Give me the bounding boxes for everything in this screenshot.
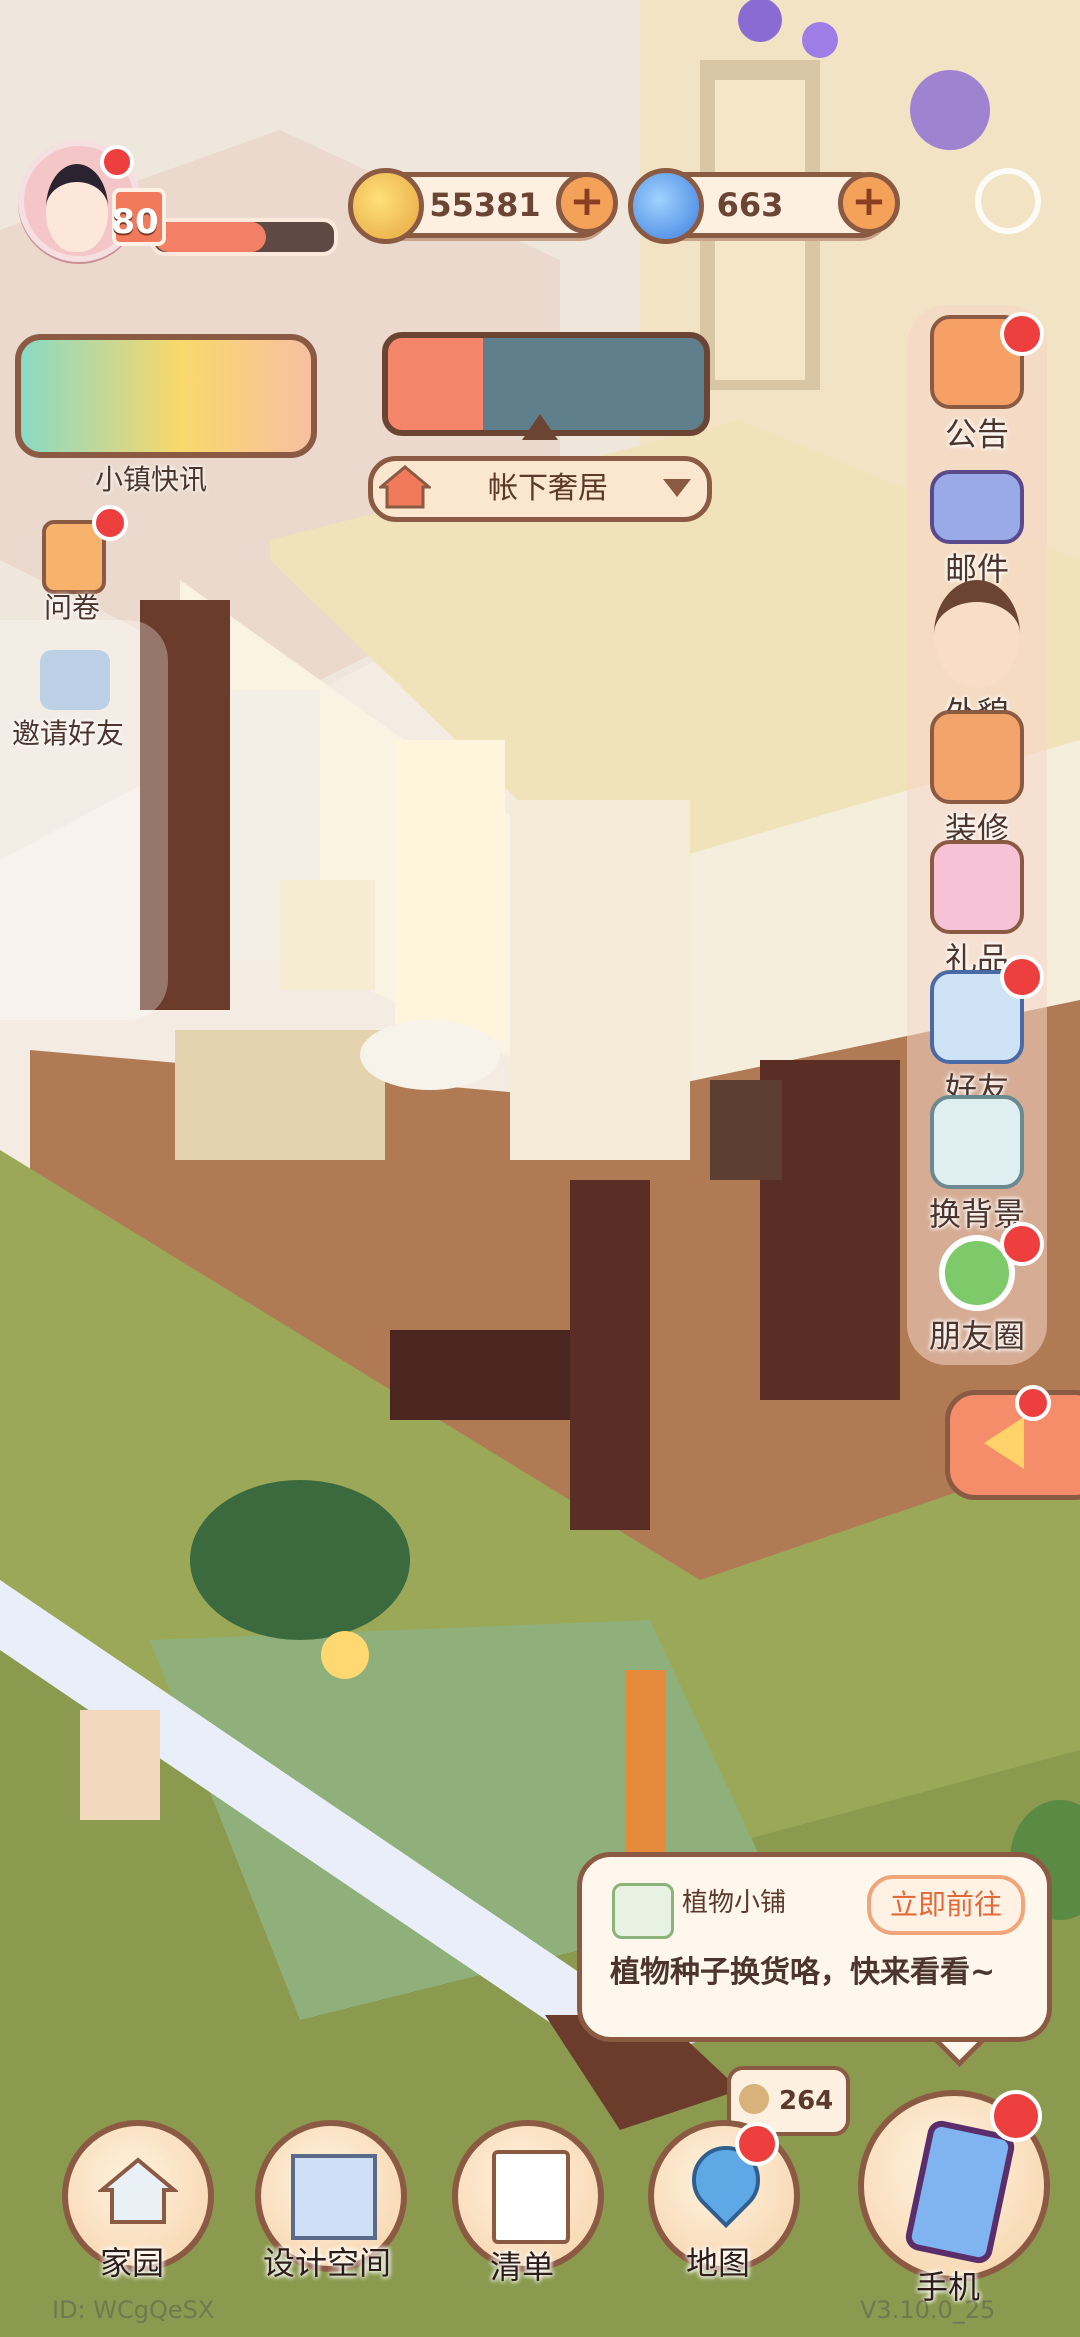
envelope-icon bbox=[930, 470, 1024, 544]
player-level: 80 bbox=[111, 202, 159, 242]
settings-gear-icon[interactable] bbox=[975, 168, 1041, 234]
checklist-icon bbox=[492, 2150, 570, 2244]
sidebar-item-renovate[interactable]: 装修 bbox=[907, 710, 1047, 850]
phone-notification-dot bbox=[990, 2090, 1042, 2142]
exp-bar bbox=[150, 218, 338, 256]
time-pointer-icon bbox=[522, 414, 558, 440]
avatar-portrait bbox=[46, 164, 108, 252]
invite-megaphone-icon[interactable] bbox=[40, 650, 110, 710]
avatar-icon bbox=[934, 580, 1020, 688]
coin-icon bbox=[348, 168, 424, 244]
survey-notification-dot bbox=[92, 505, 128, 541]
sidebar-item-change-background[interactable]: 换背景 bbox=[907, 1095, 1047, 1235]
notice-title: 植物小铺 bbox=[682, 1888, 787, 1918]
version-text: V3.10.0_25 bbox=[860, 2296, 996, 2324]
notice-message: 植物种子换货咯，快来看看~ bbox=[610, 1955, 996, 1990]
renovate-icon bbox=[930, 710, 1024, 804]
sidebar-item-mail[interactable]: 邮件 bbox=[907, 460, 1047, 590]
house-selector-label: 帐下奢居 bbox=[488, 471, 608, 506]
town-news-label: 小镇快讯 bbox=[95, 463, 208, 496]
map-notification-dot bbox=[735, 2122, 779, 2166]
plant-shop-notice[interactable]: 植物小铺 立即前往 植物种子换货咯，快来看看~ bbox=[577, 1852, 1052, 2042]
design-space-label: 设计空间 bbox=[262, 2244, 391, 2282]
moments-notification-dot bbox=[1000, 1222, 1044, 1266]
invite-friends-label[interactable]: 邀请好友 bbox=[12, 712, 124, 752]
chevron-down-icon bbox=[663, 479, 691, 497]
arrow-left-icon bbox=[984, 1417, 1024, 1469]
house-selector-dropdown[interactable]: 帐下奢居 bbox=[368, 456, 712, 522]
sidebar-item-label: 公告 bbox=[944, 415, 1009, 453]
design-icon bbox=[291, 2154, 377, 2240]
seed-coin-icon bbox=[739, 2084, 769, 2114]
home-icon bbox=[96, 2156, 180, 2226]
phone-icon bbox=[903, 2118, 1017, 2266]
map-label: 地图 bbox=[685, 2244, 750, 2282]
go-now-button[interactable]: 立即前往 bbox=[867, 1875, 1025, 1935]
friends-notification-dot bbox=[1000, 955, 1044, 999]
seedling-icon bbox=[612, 1883, 674, 1939]
background-icon bbox=[930, 1095, 1024, 1189]
town-news-card[interactable] bbox=[15, 334, 317, 458]
game-scene: 80 55381 + 663 + 小镇快讯 帐下奢居 问卷 邀请好友 公告 邮件… bbox=[0, 0, 1080, 2337]
announcement-notification-dot bbox=[1000, 312, 1044, 356]
home-label: 家园 bbox=[99, 2244, 164, 2282]
avatar-notification-dot bbox=[100, 145, 134, 179]
gift-icon bbox=[930, 840, 1024, 934]
checklist-label: 清单 bbox=[489, 2248, 554, 2286]
sidebar-item-label: 朋友圈 bbox=[928, 1317, 1025, 1355]
add-coins-button[interactable]: + bbox=[556, 172, 618, 234]
add-gems-button[interactable]: + bbox=[838, 172, 900, 234]
exp-bar-fill bbox=[154, 222, 266, 252]
player-id: ID: WCgQeSX bbox=[52, 2296, 215, 2324]
plant-coin-value: 264 bbox=[779, 2086, 834, 2116]
collapse-notification-dot bbox=[1015, 1385, 1051, 1421]
gem-icon bbox=[628, 168, 704, 244]
collapse-sidebar-button[interactable] bbox=[945, 1390, 1080, 1500]
house-icon bbox=[376, 465, 434, 509]
